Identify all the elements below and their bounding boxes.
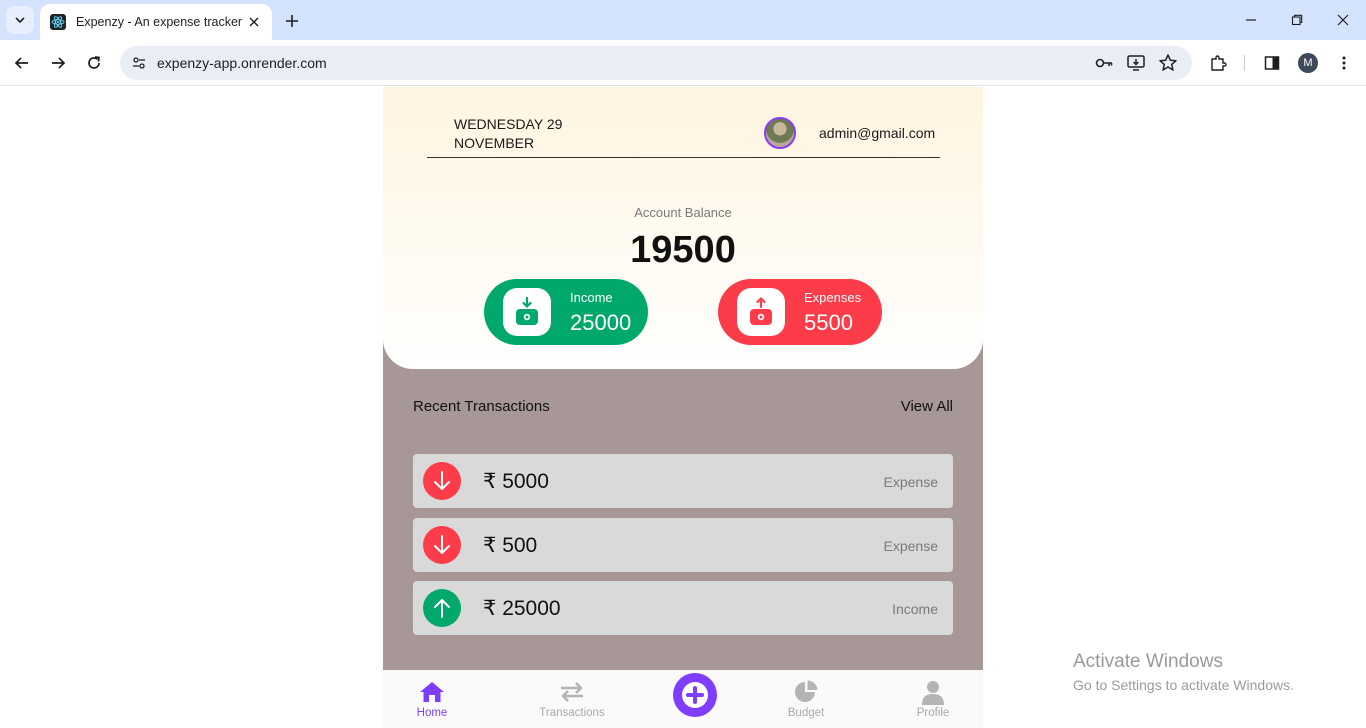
expense-app: WEDNESDAY 29 NOVEMBER admin@gmail.com Ac… [383, 87, 983, 728]
tab-title: Expenzy - An expense tracker [76, 15, 243, 29]
minimize-icon [1246, 19, 1256, 21]
minimize-button[interactable] [1228, 0, 1274, 40]
add-transaction-button[interactable] [673, 673, 717, 717]
bookmark-star-icon[interactable] [1156, 51, 1180, 75]
activate-windows-title: Activate Windows [1073, 651, 1223, 672]
restore-button[interactable] [1274, 0, 1320, 40]
address-bar[interactable]: expenzy-app.onrender.com [120, 46, 1192, 80]
arrow-down-icon [423, 526, 461, 564]
expense-wallet-icon [737, 288, 785, 336]
expenses-label: Expenses [804, 290, 862, 305]
current-date: WEDNESDAY 29 NOVEMBER [454, 115, 562, 153]
transaction-type: Income [892, 601, 938, 617]
puzzle-icon [1211, 55, 1227, 71]
expenses-summary[interactable]: Expenses 5500 [718, 279, 882, 345]
income-value: 25000 [570, 310, 632, 335]
balance-label: Account Balance [634, 205, 732, 220]
date-line-day: WEDNESDAY 29 [454, 116, 563, 132]
tab-search-button[interactable] [6, 6, 34, 34]
home-icon [418, 679, 446, 705]
balance-value: 19500 [630, 229, 736, 271]
view-all-link[interactable]: View All [901, 398, 953, 415]
more-vert-icon [1342, 56, 1346, 70]
transaction-amount: ₹ 25000 [483, 597, 561, 620]
nav-transactions-label: Transactions [539, 707, 605, 719]
tab-strip: Expenzy - An expense tracker [0, 0, 1366, 40]
site-info-icon[interactable] [124, 48, 154, 78]
forward-button[interactable] [42, 47, 74, 79]
transaction-type: Expense [883, 474, 938, 490]
income-wallet-icon [503, 288, 551, 336]
password-key-icon[interactable] [1092, 51, 1116, 75]
arrow-right-icon [52, 57, 66, 69]
nav-home[interactable]: Home [383, 670, 482, 728]
nav-transactions[interactable]: Transactions [522, 670, 622, 728]
recent-transactions-title: Recent Transactions [413, 398, 550, 415]
pie-chart-icon [793, 679, 819, 705]
header-divider [427, 157, 940, 158]
expenses-value: 5500 [804, 310, 853, 335]
reload-button[interactable] [78, 47, 110, 79]
plus-icon [682, 682, 708, 708]
extensions-button[interactable] [1202, 47, 1234, 79]
transaction-amount: ₹ 5000 [483, 470, 549, 493]
new-tab-button[interactable] [278, 7, 306, 35]
arrow-down-icon [423, 462, 461, 500]
browser-tab[interactable]: Expenzy - An expense tracker [40, 4, 272, 40]
arrow-left-icon [14, 57, 28, 69]
user-email: admin@gmail.com [819, 125, 936, 141]
reload-icon [88, 56, 100, 69]
browser-toolbar: expenzy-app.onrender.com M [0, 40, 1366, 86]
plus-icon [286, 15, 298, 27]
user-icon [920, 679, 946, 705]
transaction-row[interactable]: ₹ 500 Expense [413, 518, 953, 572]
close-icon [1337, 14, 1349, 26]
react-icon [50, 14, 66, 30]
install-app-icon[interactable] [1124, 51, 1148, 75]
browser-menu-button[interactable] [1328, 47, 1360, 79]
user-avatar[interactable] [764, 117, 796, 149]
nav-budget[interactable]: Budget [756, 670, 856, 728]
transaction-type: Expense [883, 538, 938, 554]
toolbar-divider [1244, 55, 1245, 71]
transaction-amount: ₹ 500 [483, 534, 538, 557]
activate-windows-subtitle: Go to Settings to activate Windows. [1073, 677, 1294, 693]
nav-budget-label: Budget [787, 707, 825, 719]
transaction-row[interactable]: ₹ 5000 Expense [413, 454, 953, 508]
nav-profile[interactable]: Profile [883, 670, 983, 728]
side-panel-button[interactable] [1256, 47, 1288, 79]
arrow-up-icon [423, 589, 461, 627]
transactions-icon [558, 679, 586, 705]
back-button[interactable] [6, 47, 38, 79]
close-tab-icon[interactable] [246, 14, 262, 30]
income-label: Income [570, 290, 613, 305]
bottom-nav: Home Transactions Budget Profile [383, 670, 983, 728]
income-summary[interactable]: Income 25000 [484, 279, 648, 345]
restore-icon [1291, 14, 1303, 26]
nav-home-label: Home [416, 707, 448, 719]
close-window-button[interactable] [1320, 0, 1366, 40]
url-text[interactable]: expenzy-app.onrender.com [157, 55, 1192, 71]
balance-card: WEDNESDAY 29 NOVEMBER admin@gmail.com Ac… [383, 87, 983, 369]
profile-avatar: M [1298, 53, 1318, 73]
transaction-row[interactable]: ₹ 25000 Income [413, 581, 953, 635]
side-panel-icon [1264, 56, 1280, 70]
date-line-month: NOVEMBER [454, 135, 535, 151]
chevron-down-icon [15, 17, 25, 24]
nav-profile-label: Profile [916, 707, 950, 719]
profile-button[interactable]: M [1292, 47, 1324, 79]
